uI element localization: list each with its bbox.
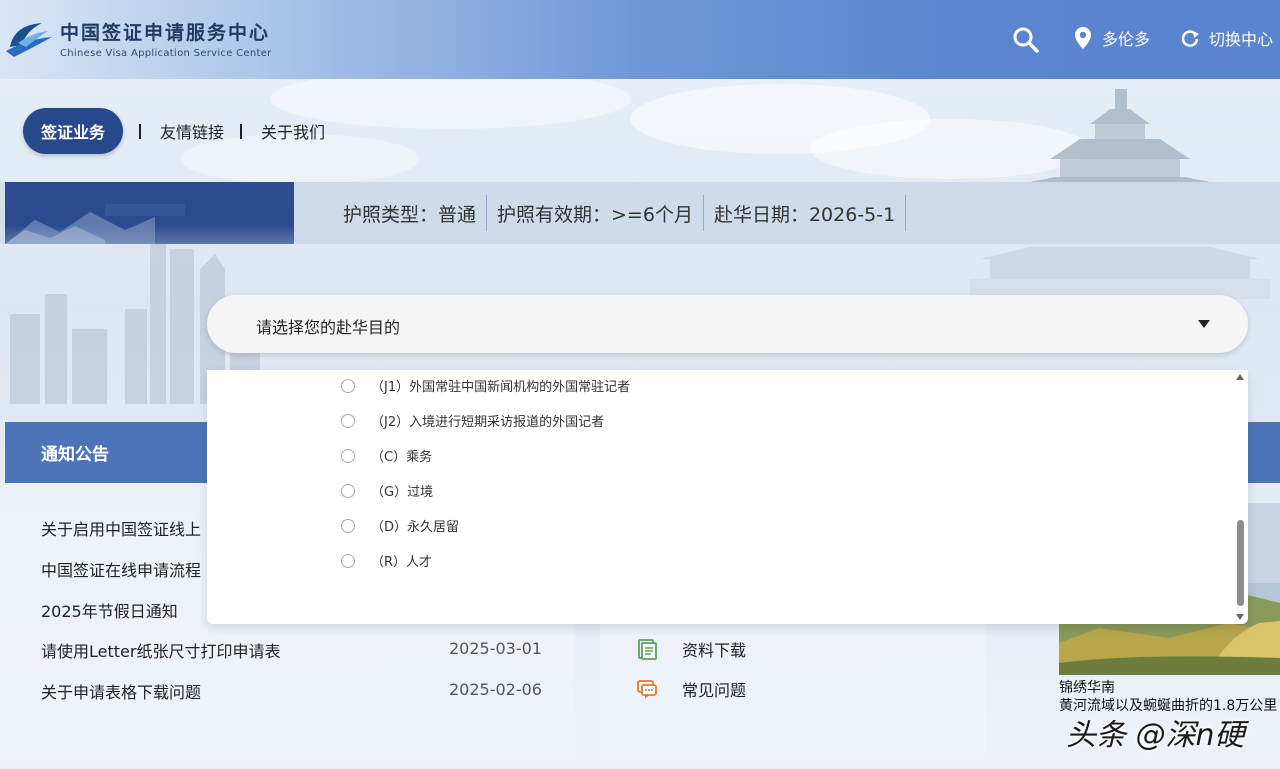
side-card-title: 锦绣华南 [1059, 680, 1115, 696]
info-items: 护照类型：普通 护照有效期：>=6个月 赴华日期：2026-5-1 [333, 182, 907, 244]
logo-icon [6, 23, 52, 57]
quick-link-label: 常见问题 [682, 681, 747, 700]
travel-date: 赴华日期：2026-5-1 [713, 203, 896, 226]
info-bar-banner [5, 182, 294, 244]
radio-button[interactable] [341, 413, 355, 428]
watermark-text: 头条 @深n硬 [1066, 718, 1245, 753]
passport-type: 护照类型：普通 [343, 203, 477, 226]
notice-date: 2025-02-06 [449, 680, 542, 699]
nav-item-visa-service[interactable]: 签证业务 [23, 108, 124, 154]
notice-item[interactable]: 关于启用中国签证线上 [41, 516, 201, 540]
notice-item[interactable]: 2025年节假日通知 [41, 598, 178, 622]
nav-divider [139, 123, 142, 139]
notice-heading: 通知公告 [5, 422, 210, 483]
purpose-option[interactable]: （J2）入境进行短期采访报道的外国记者 [341, 411, 604, 430]
application-info-bar: 护照类型：普通 护照有效期：>=6个月 赴华日期：2026-5-1 [5, 182, 1280, 244]
location-label: 多伦多 [1102, 30, 1151, 49]
info-divider [905, 195, 907, 231]
option-label: （G）过境 [371, 485, 434, 500]
purpose-select[interactable]: 请选择您的赴华目的 [207, 295, 1248, 353]
notice-item[interactable]: 请使用Letter纸张尺寸打印申请表 [41, 638, 280, 662]
option-label: （D）永久居留 [371, 520, 460, 535]
quick-link-label: 资料下载 [682, 641, 747, 660]
purpose-option[interactable]: （D）永久居留 [341, 516, 459, 535]
scrollbar-thumb[interactable] [1237, 520, 1244, 606]
search-icon[interactable] [1012, 26, 1040, 54]
caret-down-icon [1198, 320, 1210, 328]
option-label: （R）人才 [371, 555, 433, 570]
nav-item-about-us[interactable]: 关于我们 [261, 119, 325, 143]
scroll-down-arrow-icon[interactable] [1236, 614, 1244, 620]
passport-validity: 护照有效期：>=6个月 [497, 203, 693, 226]
quick-link-faq[interactable]: 常见问题 [636, 677, 746, 701]
radio-button[interactable] [341, 553, 355, 568]
document-icon [638, 639, 657, 660]
purpose-option[interactable]: （J1）外国常驻中国新闻机构的外国常驻记者 [341, 376, 630, 395]
radio-button[interactable] [341, 378, 355, 393]
purpose-option[interactable]: （R）人才 [341, 551, 432, 570]
logo-text: 中国签证申请服务中心 Chinese Visa Application Serv… [60, 18, 272, 59]
switch-center-label: 切换中心 [1209, 30, 1274, 49]
switch-center-button[interactable]: 切换中心 [1180, 26, 1273, 50]
notice-date: 2025-03-01 [449, 639, 542, 658]
nav-divider [240, 123, 243, 139]
option-label: （J2）入境进行短期采访报道的外国记者 [371, 415, 605, 430]
location-selector[interactable]: 多伦多 [1074, 26, 1150, 50]
nav-item-friendly-links[interactable]: 友情链接 [160, 119, 224, 143]
notice-item[interactable]: 关于申请表格下载问题 [41, 679, 201, 703]
purpose-select-placeholder: 请选择您的赴华目的 [256, 318, 401, 337]
purpose-option[interactable]: （C）乘务 [341, 446, 432, 465]
purpose-options-list[interactable]: （J1）外国常驻中国新闻机构的外国常驻记者 （J2）入境进行短期采访报道的外国记… [207, 370, 1248, 624]
option-label: （J1）外国常驻中国新闻机构的外国常驻记者 [371, 380, 631, 395]
radio-button[interactable] [341, 483, 355, 498]
side-heading-bar [1248, 422, 1280, 483]
logo-subtitle: Chinese Visa Application Service Center [60, 48, 272, 59]
scroll-up-arrow-icon[interactable] [1236, 374, 1244, 380]
chat-bubble-icon [637, 680, 657, 699]
location-pin-icon [1075, 27, 1091, 49]
option-label: （C）乘务 [371, 450, 433, 465]
purpose-option[interactable]: （G）过境 [341, 481, 433, 500]
refresh-icon [1181, 30, 1199, 47]
main-nav: 签证业务 友情链接 关于我们 [23, 108, 325, 154]
quick-link-downloads[interactable]: 资料下载 [636, 637, 746, 661]
top-header: 中国签证申请服务中心 Chinese Visa Application Serv… [0, 0, 1280, 79]
radio-button[interactable] [341, 518, 355, 533]
logo-title: 中国签证申请服务中心 [60, 22, 271, 44]
notice-item[interactable]: 中国签证在线申请流程 [41, 557, 201, 581]
radio-button[interactable] [341, 448, 355, 463]
